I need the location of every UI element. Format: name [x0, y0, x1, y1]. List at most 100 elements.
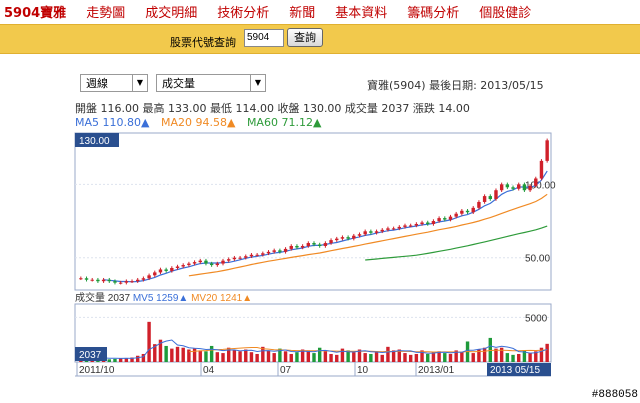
candle-body: [534, 178, 538, 186]
volume-bar: [323, 351, 328, 362]
candle-body: [437, 218, 441, 222]
volume-bar: [528, 353, 532, 362]
candle-body: [181, 265, 185, 267]
candle-body: [153, 272, 157, 276]
candle-body: [357, 234, 362, 236]
candle-body: [380, 229, 384, 232]
volume-bar: [414, 353, 419, 362]
ma5-line: [103, 170, 548, 283]
candle-body: [249, 254, 254, 257]
volume-bar: [329, 353, 333, 362]
candle-body: [346, 237, 350, 239]
candle-body: [329, 240, 333, 244]
candle-body: [363, 231, 367, 235]
candle-body: [426, 222, 430, 224]
candle-body: [414, 223, 419, 226]
candle-body: [505, 184, 510, 188]
volume-bar: [215, 352, 220, 362]
candle-body: [408, 225, 413, 227]
volume-bar: [460, 352, 464, 362]
volume-bar: [482, 347, 487, 362]
candle-body: [192, 262, 197, 264]
volume-bar: [209, 345, 214, 362]
candle-body: [386, 228, 390, 230]
volume-bar: [545, 343, 549, 362]
mv5-label: MV5 1259▲: [133, 293, 191, 304]
candle-body: [517, 184, 521, 189]
candle-body: [90, 279, 94, 281]
candle-body: [352, 235, 356, 239]
candle-body: [272, 250, 276, 252]
candle-body: [465, 210, 470, 213]
candle-body: [209, 263, 214, 266]
volume-bar: [511, 354, 515, 362]
volume-bar: [426, 353, 430, 362]
volume-bar: [204, 351, 208, 362]
volume-bar: [403, 353, 407, 362]
candle-body: [232, 257, 237, 260]
volume-header: 成交量 2037 MV5 1259▲ MV20 1241▲: [75, 291, 252, 304]
candle-body: [101, 279, 106, 282]
candle-body: [454, 213, 458, 217]
candle-body: [221, 260, 225, 264]
volume-bar: [136, 355, 140, 362]
candle-body: [312, 243, 316, 245]
candle-body: [170, 267, 174, 271]
candle-body: [482, 196, 487, 202]
candle-body: [283, 248, 288, 252]
volume-bar: [244, 349, 248, 362]
volume-bar: [192, 348, 197, 362]
x-tick-label: 10: [357, 365, 369, 376]
volume-bar: [181, 347, 185, 362]
volume-bar: [283, 351, 288, 362]
candle-body: [539, 160, 544, 179]
candle-body: [522, 184, 527, 191]
ma60-line: [365, 225, 548, 261]
candle-body: [289, 245, 293, 249]
candle-body: [266, 251, 271, 254]
candle-body: [124, 281, 129, 283]
volume-bar: [443, 353, 447, 362]
candle-body: [164, 269, 168, 271]
volume-bar: [317, 347, 322, 362]
candle-body: [255, 254, 259, 256]
candle-body: [187, 263, 191, 266]
candle-body: [460, 210, 464, 214]
volume-bar: [369, 353, 373, 362]
candle-body: [215, 263, 220, 266]
candle-body: [340, 237, 345, 239]
stock-chart: 100.0050.005000130.00成交量 2037 MV5 1259▲ …: [74, 132, 556, 377]
x-tick-label: 2011/10: [79, 365, 115, 376]
candle-body: [391, 228, 396, 230]
volume-bar: [238, 351, 242, 362]
volume-bar: [374, 351, 379, 362]
candle-body: [204, 260, 208, 264]
candle-body: [244, 256, 248, 258]
candle-body: [443, 218, 447, 220]
volume-bar: [198, 350, 202, 362]
volume-bar: [118, 358, 123, 362]
volume-value: 成交量 2037: [75, 291, 133, 304]
volume-bar: [471, 353, 475, 362]
candle-body: [300, 245, 305, 248]
volume-bar: [249, 352, 254, 362]
candle-body: [130, 281, 134, 283]
candle-body: [79, 278, 83, 280]
candle-body: [107, 279, 111, 282]
candle-body: [118, 282, 123, 284]
candle-body: [528, 185, 532, 191]
candle-body: [136, 279, 140, 282]
candle-body: [335, 238, 339, 241]
candle-body: [295, 245, 299, 248]
candle-body: [448, 216, 453, 220]
candle-body: [96, 279, 100, 282]
volume-bar: [391, 350, 396, 362]
candle-body: [278, 250, 282, 252]
candle-body: [261, 253, 265, 255]
volume-bar: [505, 353, 510, 362]
current-price-label: 130.00: [79, 136, 110, 147]
candle-body: [175, 266, 180, 268]
candle-body: [84, 278, 89, 280]
volume-bar: [448, 353, 453, 362]
volume-bar: [363, 353, 367, 362]
